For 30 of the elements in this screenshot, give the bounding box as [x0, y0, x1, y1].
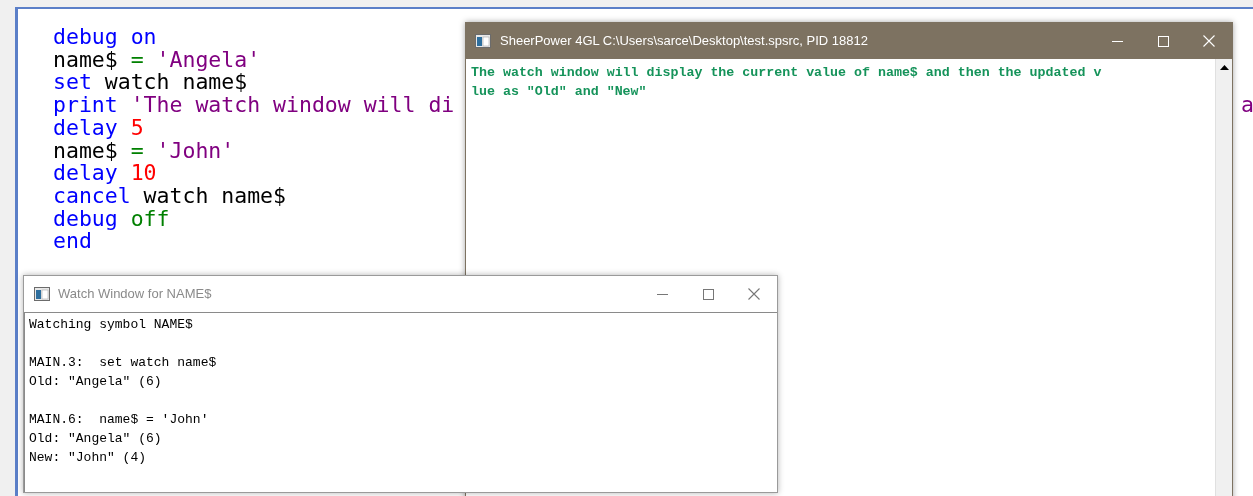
code-line: delay 5: [53, 116, 144, 140]
code-line: debug on: [53, 26, 157, 49]
console-line: The watch window will display the current value of name$ and then the updated v: [471, 64, 1102, 82]
code-line: name$ = 'John': [53, 139, 235, 163]
code-line: delay 10: [53, 162, 157, 185]
minimize-icon: [1111, 40, 1123, 42]
close-icon: [1203, 35, 1215, 47]
code-line: name$ = 'Angela': [53, 48, 261, 72]
minimize-icon: [656, 293, 668, 295]
code-line: end: [53, 230, 92, 254]
code-line: set watch name$: [53, 71, 248, 95]
output-line: MAIN.6: name$ = 'John': [29, 411, 209, 429]
code-fragment: a: [1241, 94, 1253, 117]
window-title: Watch Window for NAME$: [58, 285, 212, 304]
code-line: print 'The watch window will di: [53, 94, 455, 117]
maximize-icon: [1157, 35, 1169, 47]
output-line: New: "John" (4): [29, 449, 147, 467]
output-line: Old: "Angela" (6): [29, 373, 162, 391]
code-line: debug off: [53, 207, 170, 231]
app-icon: [34, 287, 50, 301]
app-icon: [475, 34, 491, 48]
maximize-icon: [702, 288, 714, 300]
up-arrow-icon: [1219, 65, 1229, 70]
window-title: SheerPower 4GL C:\Users\sarce\Desktop\test.spsrc, PID 18812: [500, 32, 868, 51]
output-line: MAIN.3: set watch name$: [29, 354, 217, 372]
output-line: Watching symbol NAME$: [29, 316, 193, 334]
close-icon: [748, 288, 760, 300]
output-line: Old: "Angela" (6): [29, 430, 162, 448]
code-line: cancel watch name$: [53, 184, 286, 208]
console-line: lue as "Old" and "New": [471, 83, 647, 101]
